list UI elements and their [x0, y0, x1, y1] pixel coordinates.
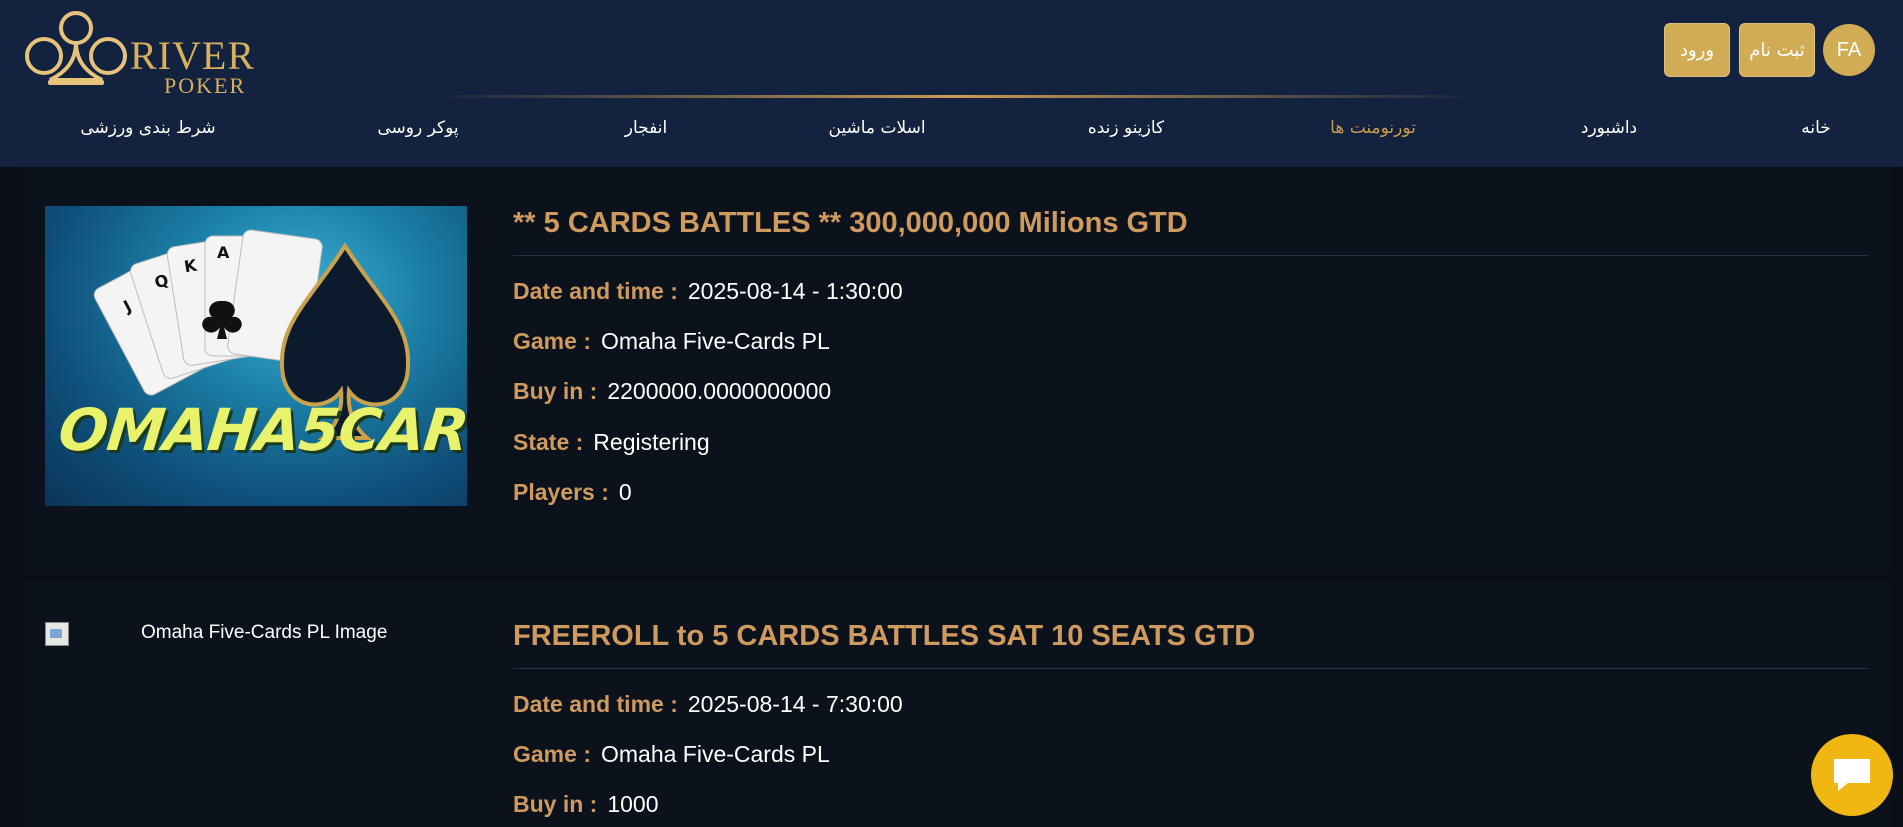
tournament-image[interactable]: Omaha Five-Cards PL Image: [45, 622, 467, 652]
header-divider: [430, 95, 1480, 98]
image-alt-text: Omaha Five-Cards PL Image: [141, 622, 388, 643]
tournament-card: J Q K A OMAHA5CARDS ** 5 CARDS BATTLES *…: [23, 167, 1891, 574]
broken-image-icon: [45, 622, 69, 646]
field-value: 2025-08-14 - 1:30:00: [687, 278, 903, 304]
logo-poker-text: POKER: [164, 73, 247, 98]
field-value: 1000: [607, 791, 659, 817]
field-value: 0: [618, 479, 632, 505]
field-value: Omaha Five-Cards PL: [600, 328, 830, 354]
nav-item-tournaments[interactable]: تورنومنت ها: [1330, 118, 1416, 148]
svg-text:A: A: [217, 243, 230, 262]
tournament-card: Omaha Five-Cards PL Image FREEROLL to 5 …: [23, 580, 1891, 827]
field-value: 2200000.0000000000: [607, 378, 832, 404]
nav-item-home[interactable]: خانه: [1801, 118, 1831, 148]
login-button[interactable]: ورود: [1664, 23, 1730, 77]
title-divider: [513, 255, 1868, 256]
river-poker-logo[interactable]: RIVER POKER: [22, 6, 255, 97]
field-value: Registering: [593, 429, 710, 455]
date-time-row: Date and time : 2025-08-14 - 1:30:00: [513, 278, 903, 305]
register-button[interactable]: ثبت نام: [1739, 23, 1815, 77]
field-label: Date and time :: [513, 691, 678, 717]
nav-item-live-casino[interactable]: کازینو زنده: [1088, 118, 1164, 148]
field-label: Buy in :: [513, 791, 598, 817]
players-row: Players : 0: [513, 479, 632, 506]
title-divider: [513, 668, 1868, 669]
chat-bubble-icon: [1834, 759, 1870, 791]
club-logo-icon: [25, 11, 127, 85]
omaha-5-cards-image-text: OMAHA5CARDS: [55, 396, 467, 464]
tournament-title[interactable]: FREEROLL to 5 CARDS BATTLES SAT 10 SEATS…: [513, 620, 1255, 653]
buy-in-row: Buy in : 1000: [513, 791, 659, 818]
logo-river-text: RIVER: [130, 33, 255, 78]
nav-item-sports-betting[interactable]: شرط بندی ورزشی: [80, 118, 215, 148]
field-label: Game :: [513, 328, 591, 354]
field-value: 2025-08-14 - 7:30:00: [687, 691, 903, 717]
date-time-row: Date and time : 2025-08-14 - 7:30:00: [513, 691, 903, 718]
field-label: Date and time :: [513, 278, 678, 304]
buy-in-row: Buy in : 2200000.0000000000: [513, 378, 831, 405]
field-label: Players :: [513, 479, 609, 505]
site-header: RIVER POKER ورود ثبت نام FA خانه داشبورد…: [0, 0, 1903, 167]
game-row: Game : Omaha Five-Cards PL: [513, 741, 830, 768]
state-row: State : Registering: [513, 429, 710, 456]
language-selector[interactable]: FA: [1823, 24, 1875, 76]
chat-button[interactable]: [1811, 734, 1893, 816]
nav-item-crash[interactable]: انفجار: [625, 118, 667, 148]
tournament-image[interactable]: J Q K A OMAHA5CARDS: [45, 206, 467, 506]
field-label: Game :: [513, 741, 591, 767]
field-label: State :: [513, 429, 584, 455]
nav-item-dashboard[interactable]: داشبورد: [1581, 118, 1637, 148]
field-label: Buy in :: [513, 378, 598, 404]
tournament-title[interactable]: ** 5 CARDS BATTLES ** 300,000,000 Milion…: [513, 207, 1188, 240]
field-value: Omaha Five-Cards PL: [600, 741, 830, 767]
nav-item-russian-poker[interactable]: پوکر روسی: [377, 118, 458, 148]
nav-item-slot-machine[interactable]: اسلات ماشین: [828, 118, 925, 148]
game-row: Game : Omaha Five-Cards PL: [513, 328, 830, 355]
